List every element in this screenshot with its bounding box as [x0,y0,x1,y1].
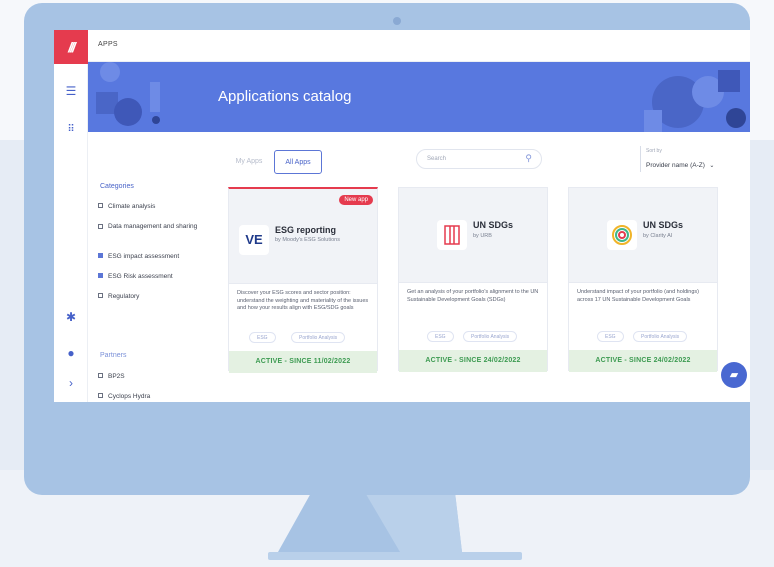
card-title: UN SDGs [473,220,514,230]
filter-cyclops-hydra[interactable]: Cyclops Hydra [98,392,150,401]
sort-value: Provider name (A-Z) [646,162,705,169]
filter-regulatory[interactable]: Regulatory [98,292,139,301]
tag[interactable]: Portfolio Analysis [291,332,346,343]
checkbox-checked[interactable] [98,253,103,258]
checkbox[interactable] [98,373,103,378]
checkbox[interactable] [98,293,103,298]
card-body: Discover your ESG scores and sector posi… [229,283,377,373]
filter-label: Cyclops Hydra [108,393,151,400]
filter-data-management[interactable]: Data management and sharing [98,222,208,231]
settings-icon[interactable]: ✱ [54,310,88,324]
filter-label: ESG impact assessment [108,253,180,260]
card-description: Get an analysis of your portfolio's alig… [407,289,539,303]
camera-dot [393,17,401,25]
status-badge: ACTIVE - SINCE 24/02/2022 [399,350,547,372]
app-card-un-sdgs-urb[interactable]: UN SDGs by URB Get an analysis of your p… [398,187,548,372]
chevron-right-icon[interactable]: › [54,376,88,390]
moodys-logo: VE [239,225,269,255]
search-placeholder: Search [427,156,447,162]
card-provider: by Clarity AI [643,233,673,239]
status-badge: ACTIVE - SINCE 11/02/2022 [229,351,377,373]
status-badge: ACTIVE - SINCE 24/02/2022 [569,350,717,372]
tag[interactable]: ESG [427,331,454,342]
top-bar: APPS [88,30,750,62]
filter-label: BP2S [108,373,125,380]
categories-title: Categories [100,183,134,190]
app-card-un-sdgs-clarity[interactable]: UN SDGs by Clarity AI Understand impact … [568,187,718,372]
chat-button[interactable]: ▰ [721,362,747,388]
catalog-banner: Applications catalog [88,62,750,132]
tab-my-apps[interactable]: My Apps [229,150,269,174]
menu-icon[interactable]: ☰ [54,84,88,98]
card-body: Understand impact of your portfolio (and… [569,282,717,372]
tab-all-apps[interactable]: All Apps [274,150,322,174]
checkbox[interactable] [98,224,103,229]
page-title: Applications catalog [218,88,352,105]
card-header: New app VE ESG reporting by Moody's ESG … [229,189,377,283]
checkbox[interactable] [98,393,103,398]
chevron-down-icon: ⌄ [709,163,715,169]
app-screen: /// ☰ ⠿ ✱ ● › APPS Applications catalog … [54,30,750,402]
app-card-esg-reporting[interactable]: New app VE ESG reporting by Moody's ESG … [228,187,378,373]
sort-dropdown[interactable]: Sort by Provider name (A-Z) ⌄ [640,146,728,172]
banner-decoration-left [96,62,160,126]
card-header: UN SDGs by Clarity AI [569,188,717,282]
filter-label: ESG Risk assessment [108,273,173,280]
filter-label: Data management and sharing [108,223,198,230]
card-body: Get an analysis of your portfolio's alig… [399,282,547,372]
tag[interactable]: ESG [597,331,624,342]
tag[interactable]: Portfolio Analysis [633,331,688,342]
tag[interactable]: ESG [249,332,276,343]
tag[interactable]: Portfolio Analysis [463,331,518,342]
search-icon[interactable]: ⚲ [525,153,532,164]
partners-title: Partners [100,352,127,359]
urb-logo [437,220,467,250]
card-title: ESG reporting [275,225,337,235]
card-header: UN SDGs by URB [399,188,547,282]
filter-bp2s[interactable]: BP2S [98,372,125,381]
filter-esg-risk[interactable]: ESG Risk assessment [98,272,173,281]
card-provider: by URB [473,233,492,239]
card-description: Discover your ESG scores and sector posi… [237,290,369,311]
sort-value-row: Provider name (A-Z) ⌄ [646,154,728,172]
filter-climate-analysis[interactable]: Climate analysis [98,202,155,211]
card-description: Understand impact of your portfolio (and… [577,289,699,303]
brand-logo[interactable]: /// [54,30,88,64]
filter-label: Regulatory [108,293,140,300]
checkbox-checked[interactable] [98,273,103,278]
left-rail: /// ☰ ⠿ ✱ ● › [54,30,88,402]
user-icon[interactable]: ● [54,346,88,360]
banner-decoration-right [644,70,746,132]
chat-icon: ▰ [729,369,739,381]
card-title: UN SDGs [643,220,684,230]
grid-icon[interactable]: ⠿ [54,124,88,135]
checkbox[interactable] [98,203,103,208]
new-app-badge: New app [339,195,373,205]
filter-esg-impact[interactable]: ESG impact assessment [98,252,179,261]
card-provider: by Moody's ESG Solutions [275,237,340,243]
search-input[interactable]: Search ⚲ [416,149,542,169]
filter-label: Climate analysis [108,203,156,210]
clarity-logo [607,220,637,250]
top-bar-title: APPS [98,41,118,48]
